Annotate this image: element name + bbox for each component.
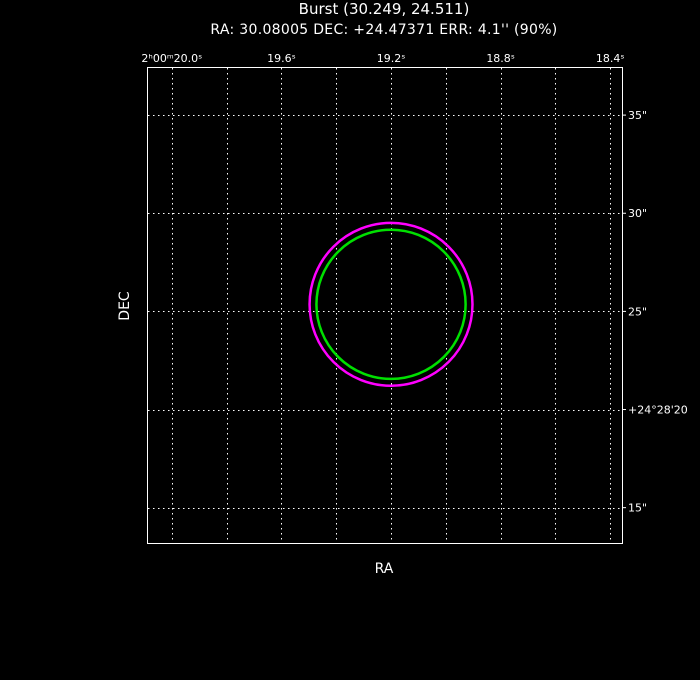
y-tick-label: 35": [628, 109, 647, 122]
x-tick-label: 2ʰ00ᵐ20.0ˢ: [141, 52, 202, 65]
y-axis-label: DEC: [117, 291, 133, 321]
x-axis-label: RA: [375, 561, 394, 577]
y-tick-label: 25": [628, 305, 647, 318]
grid-layer: [148, 68, 622, 543]
x-tick-label: 19.2ˢ: [377, 52, 406, 65]
y-tick-label: +24°28'20: [628, 404, 688, 417]
y-tick-label: 15": [628, 502, 647, 515]
chart-title: Burst (30.249, 24.511): [299, 0, 470, 18]
y-tick-label: 30": [628, 207, 647, 220]
x-tick-label: 19.6ˢ: [267, 52, 296, 65]
tick-layer: 2ʰ00ᵐ20.0ˢ 19.6ˢ 19.2ˢ 18.8ˢ 18.4ˢ 35" 30" 25" +…: [141, 52, 687, 515]
plot-frame: [147, 67, 623, 544]
chart-subtitle: RA: 30.08005 DEC: +24.47371 ERR: 4.1'' (…: [210, 22, 557, 38]
x-tick-label: 18.8ˢ: [486, 52, 515, 65]
plot-svg: Burst (30.249, 24.511) RA: 30.08005 DEC:…: [117, 0, 688, 577]
x-tick-label: 18.4ˢ: [596, 52, 625, 65]
